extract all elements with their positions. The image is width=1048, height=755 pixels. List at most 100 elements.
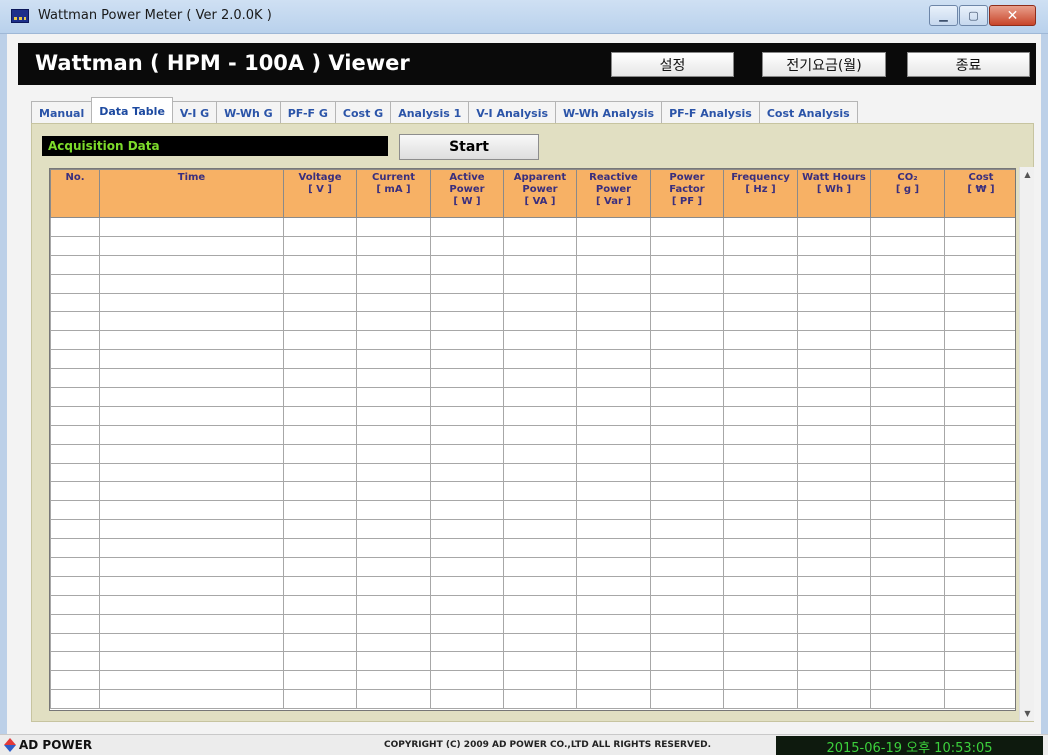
table-cell[interactable] [650, 217, 724, 237]
table-cell[interactable] [723, 519, 798, 540]
table-cell[interactable] [944, 670, 1015, 691]
table-cell[interactable] [503, 575, 577, 596]
tab-analysis-1[interactable]: Analysis 1 [390, 101, 470, 124]
table-cell[interactable] [870, 292, 945, 313]
table-cell[interactable] [650, 689, 724, 710]
table-cell[interactable] [50, 273, 100, 294]
tab-pf-f-g[interactable]: PF-F G [279, 101, 336, 124]
table-cell[interactable] [283, 538, 357, 559]
table-cell[interactable] [944, 368, 1015, 389]
table-cell[interactable] [99, 613, 284, 634]
table-cell[interactable] [430, 613, 504, 634]
table-cell[interactable] [650, 538, 724, 559]
table-cell[interactable] [797, 500, 871, 521]
table-cell[interactable] [283, 575, 357, 596]
table-cell[interactable] [283, 632, 357, 653]
table-cell[interactable] [99, 311, 284, 332]
table-cell[interactable] [503, 538, 577, 559]
table-cell[interactable] [797, 575, 871, 596]
table-cell[interactable] [99, 481, 284, 502]
table-cell[interactable] [576, 387, 651, 407]
table-cell[interactable] [430, 254, 504, 275]
table-cell[interactable] [870, 387, 945, 407]
table-cell[interactable] [503, 424, 577, 445]
tab-w-wh-analysis[interactable]: W-Wh Analysis [555, 101, 663, 124]
table-cell[interactable] [650, 387, 724, 407]
table-cell[interactable] [723, 500, 798, 521]
table-cell[interactable] [503, 443, 577, 464]
table-cell[interactable] [944, 273, 1015, 294]
table-cell[interactable] [944, 443, 1015, 464]
table-cell[interactable] [576, 292, 651, 313]
table-row[interactable] [50, 387, 1015, 407]
table-cell[interactable] [50, 481, 100, 502]
table-cell[interactable] [650, 311, 724, 332]
table-cell[interactable] [503, 311, 577, 332]
table-cell[interactable] [430, 368, 504, 389]
table-cell[interactable] [430, 330, 504, 351]
table-cell[interactable] [356, 273, 431, 294]
table-cell[interactable] [797, 217, 871, 237]
window-title-bar[interactable]: Wattman Power Meter ( Ver 2.0.0K ) ▁ ▢ ✕ [0, 0, 1048, 34]
table-cell[interactable] [870, 689, 945, 710]
table-cell[interactable] [576, 349, 651, 370]
table-cell[interactable] [99, 405, 284, 426]
table-cell[interactable] [576, 594, 651, 615]
table-cell[interactable] [99, 349, 284, 370]
table-cell[interactable] [99, 462, 284, 483]
table-cell[interactable] [430, 594, 504, 615]
table-cell[interactable] [503, 254, 577, 275]
table-row[interactable] [50, 235, 1015, 256]
table-cell[interactable] [870, 594, 945, 615]
table-cell[interactable] [723, 217, 798, 237]
table-cell[interactable] [576, 519, 651, 540]
table-cell[interactable] [576, 368, 651, 389]
table-cell[interactable] [723, 273, 798, 294]
table-cell[interactable] [99, 594, 284, 615]
table-cell[interactable] [356, 462, 431, 483]
tab-w-wh-g[interactable]: W-Wh G [216, 101, 281, 124]
table-cell[interactable] [576, 632, 651, 653]
table-cell[interactable] [283, 330, 357, 351]
table-cell[interactable] [50, 368, 100, 389]
table-cell[interactable] [356, 632, 431, 653]
table-cell[interactable] [650, 235, 724, 256]
scroll-down-icon[interactable]: ▼ [1020, 706, 1035, 721]
tab-data-table[interactable]: Data Table [91, 97, 173, 124]
table-cell[interactable] [503, 387, 577, 407]
table-cell[interactable] [870, 557, 945, 577]
table-cell[interactable] [430, 292, 504, 313]
table-cell[interactable] [723, 575, 798, 596]
monthly-tariff-button[interactable]: 전기요금(월) [762, 52, 886, 77]
table-cell[interactable] [723, 594, 798, 615]
table-cell[interactable] [99, 443, 284, 464]
table-cell[interactable] [650, 349, 724, 370]
table-cell[interactable] [576, 424, 651, 445]
table-cell[interactable] [723, 368, 798, 389]
table-cell[interactable] [650, 254, 724, 275]
table-cell[interactable] [650, 613, 724, 634]
table-cell[interactable] [944, 311, 1015, 332]
table-cell[interactable] [283, 311, 357, 332]
table-row[interactable] [50, 405, 1015, 426]
table-row[interactable] [50, 273, 1015, 294]
table-cell[interactable] [430, 538, 504, 559]
table-cell[interactable] [870, 443, 945, 464]
table-cell[interactable] [870, 538, 945, 559]
maximize-button[interactable]: ▢ [959, 5, 988, 26]
table-cell[interactable] [356, 500, 431, 521]
table-cell[interactable] [50, 424, 100, 445]
table-cell[interactable] [576, 689, 651, 710]
tab-v-i-analysis[interactable]: V-I Analysis [468, 101, 557, 124]
table-cell[interactable] [283, 500, 357, 521]
table-cell[interactable] [723, 557, 798, 577]
table-cell[interactable] [944, 519, 1015, 540]
table-cell[interactable] [870, 330, 945, 351]
table-cell[interactable] [576, 557, 651, 577]
table-cell[interactable] [430, 217, 504, 237]
table-cell[interactable] [723, 292, 798, 313]
table-cell[interactable] [503, 519, 577, 540]
settings-button[interactable]: 설정 [611, 52, 734, 77]
table-cell[interactable] [430, 462, 504, 483]
table-cell[interactable] [430, 424, 504, 445]
